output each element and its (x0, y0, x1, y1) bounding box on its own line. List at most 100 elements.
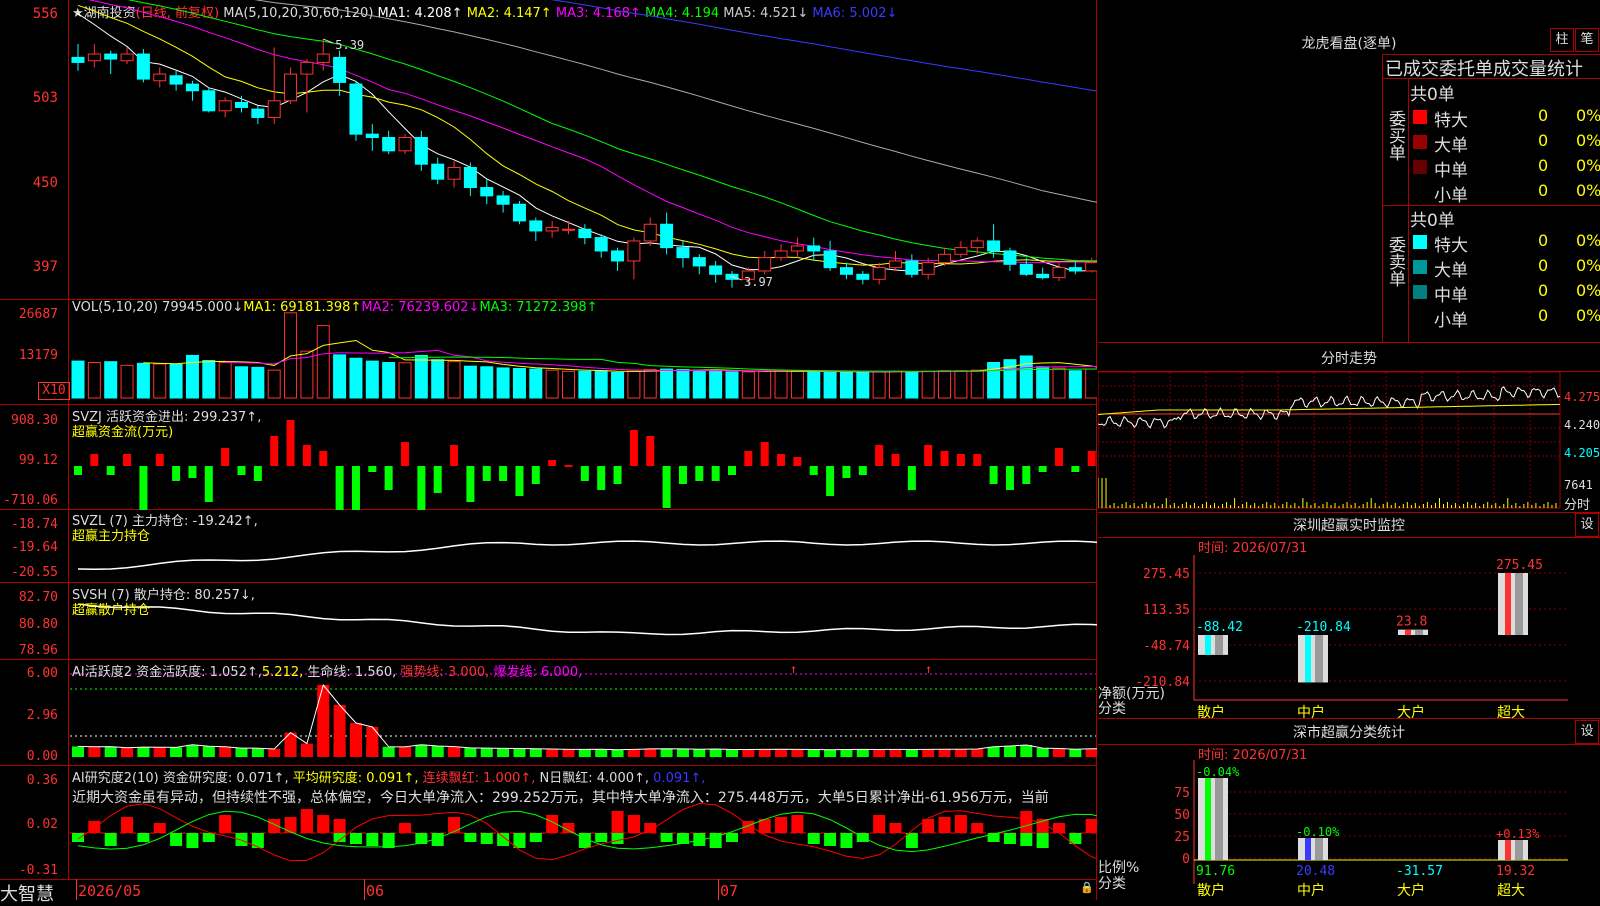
high-annotation: 5.39 (335, 38, 364, 52)
candle-body (382, 136, 396, 152)
volume-bar (905, 371, 919, 399)
ai-research-bar (595, 833, 608, 842)
volume-bar (562, 370, 575, 399)
sz-monitor-bar-shade (1415, 629, 1423, 635)
svzj-bar (515, 466, 524, 496)
sell-count: 0 (1538, 281, 1549, 300)
ai-research-bar (104, 833, 117, 846)
candle-body (921, 262, 935, 275)
ai-research-bar (1020, 833, 1033, 846)
intraday-vol-label: 7641 (1564, 478, 1593, 492)
buy-color-swatch (1413, 185, 1427, 199)
svzj-bar (417, 466, 426, 510)
candle-body (660, 223, 674, 249)
ai-active-bar (627, 749, 640, 757)
lock-icon[interactable]: 🔒 (1080, 881, 1094, 894)
ai-active-bar (595, 749, 608, 757)
candle-body (71, 56, 85, 63)
volume-bar (823, 371, 837, 399)
ai-active-v2: 5.212, (261, 665, 304, 680)
sell-color-swatch (1413, 285, 1427, 299)
buy-count: 0 (1538, 156, 1549, 175)
ai-research-bar (399, 823, 411, 833)
vol-unit-badge: X10 (38, 382, 70, 400)
ai-research-bar (170, 833, 183, 846)
sell-category: 特大 (1434, 236, 1468, 256)
ai-research-spike (333, 819, 346, 833)
ai-research-bar (366, 833, 379, 846)
volume-bar (643, 369, 657, 399)
ai-research-bar (333, 833, 346, 842)
intraday-chart[interactable] (1098, 372, 1600, 512)
sz-stats-chart[interactable]: 75 50 25 0 -0.04% -0.10% +0.13% 91.76 散户 20.48 中户 -… (1098, 760, 1600, 900)
svzj-bar (907, 466, 916, 490)
date-tick-2: 07 (720, 882, 739, 900)
buy-category: 特大 (1434, 111, 1468, 131)
svzj-bar (499, 466, 508, 481)
sz-stats-x-unit: 分类 (1098, 876, 1126, 892)
sell-pct: 0% (1576, 281, 1600, 300)
ai-active-bar (676, 748, 689, 757)
pen-view-button[interactable]: 笔 (1575, 28, 1599, 52)
candle-body (938, 253, 952, 264)
volume-bar (218, 362, 232, 399)
ai-active-v1: 资金活跃度: 1.052↑, (136, 665, 262, 680)
brand-logo[interactable]: 大智慧 (0, 880, 54, 906)
left-chart-area[interactable]: ★湖南投资(日线, 前复权) MA(5,10,20,30,60,120) MA1… (0, 0, 1097, 905)
ai-active-bar (791, 749, 804, 757)
sz-monitor-settings-button[interactable]: 设 (1575, 513, 1599, 537)
svzj-bar (188, 466, 197, 478)
ai-research-title: AI研究度2(10) (72, 771, 159, 786)
ai-research-bar (791, 815, 804, 833)
svzj-y-tick-1: 99.12 (18, 453, 58, 468)
volume-bar (333, 354, 347, 399)
vol-value: 79945.000↓ (162, 300, 244, 315)
right-panel: 龙虎看盘(逐单) 柱 笔 已成交委托单成交量统计 委买单 委卖单 共0单 共0单… (1098, 0, 1600, 900)
sz-stats-category: 大户 (1397, 882, 1425, 899)
svzj-bar (695, 466, 704, 481)
ai-active-bar (529, 748, 542, 757)
buy-count: 0 (1538, 131, 1549, 150)
chart-canvas[interactable]: 5.39 3.97 ↑ ↑ (0, 0, 1097, 900)
ai-research-bar (611, 833, 624, 844)
candle-body (872, 267, 886, 280)
ai-active-bar (709, 749, 722, 757)
svsh-value: 散户持仓: 80.257↓, (133, 588, 255, 603)
ai-active-bar (121, 747, 134, 757)
sz-monitor-chart[interactable]: 275.45113.35-48.74-210.84-88.42散户-210.84… (1098, 555, 1600, 720)
ai-research-bar (121, 817, 134, 833)
sz-monitor-time: 时间: 2026/07/31 (1198, 541, 1308, 556)
ai-research-comment: 近期大资金虽有异动，但持续性不强，总体偏空，今日大单净流入：299.252万元，… (72, 790, 1049, 806)
buy-orders-label: 委买单 (1385, 110, 1405, 161)
svzj-bar (842, 466, 851, 478)
volume-bar (611, 371, 625, 399)
volume-bar (1085, 368, 1097, 399)
candle-body (120, 53, 134, 62)
ai-research-bar (1053, 823, 1065, 833)
ai-active-y-tick-0: 6.00 (26, 666, 58, 681)
sz-stats-bottom-value: 19.32 (1496, 864, 1535, 879)
ai-research-bar (1085, 819, 1097, 833)
ai-research-bar (938, 817, 951, 833)
svzj-bar (139, 466, 148, 510)
sz-stats-settings-button[interactable]: 设 (1575, 720, 1599, 744)
svzj-bar (237, 466, 246, 475)
candle-body (774, 250, 788, 259)
buy-pct: 0% (1576, 181, 1600, 200)
bar-view-button[interactable]: 柱 (1550, 28, 1574, 52)
svzj-bar (1055, 448, 1063, 466)
svzj-bar (629, 430, 638, 466)
sell-color-swatch (1413, 310, 1427, 324)
ai-research-bar (202, 833, 215, 842)
svzl-y-tick-2: -20.55 (11, 565, 58, 580)
volume-bar (447, 361, 461, 399)
buy-color-swatch (1413, 135, 1427, 149)
ai-active-bar (513, 748, 526, 757)
sz-monitor-value: -210.84 (1296, 620, 1351, 635)
ai-active-v4: 强势线: 3.000, (400, 665, 490, 680)
sell-count: 0 (1538, 256, 1549, 275)
volume-bar (365, 360, 379, 399)
volume-bar (889, 370, 902, 399)
sz-monitor-x-unit: 分类 (1098, 701, 1126, 717)
svzj-bar (204, 466, 213, 502)
